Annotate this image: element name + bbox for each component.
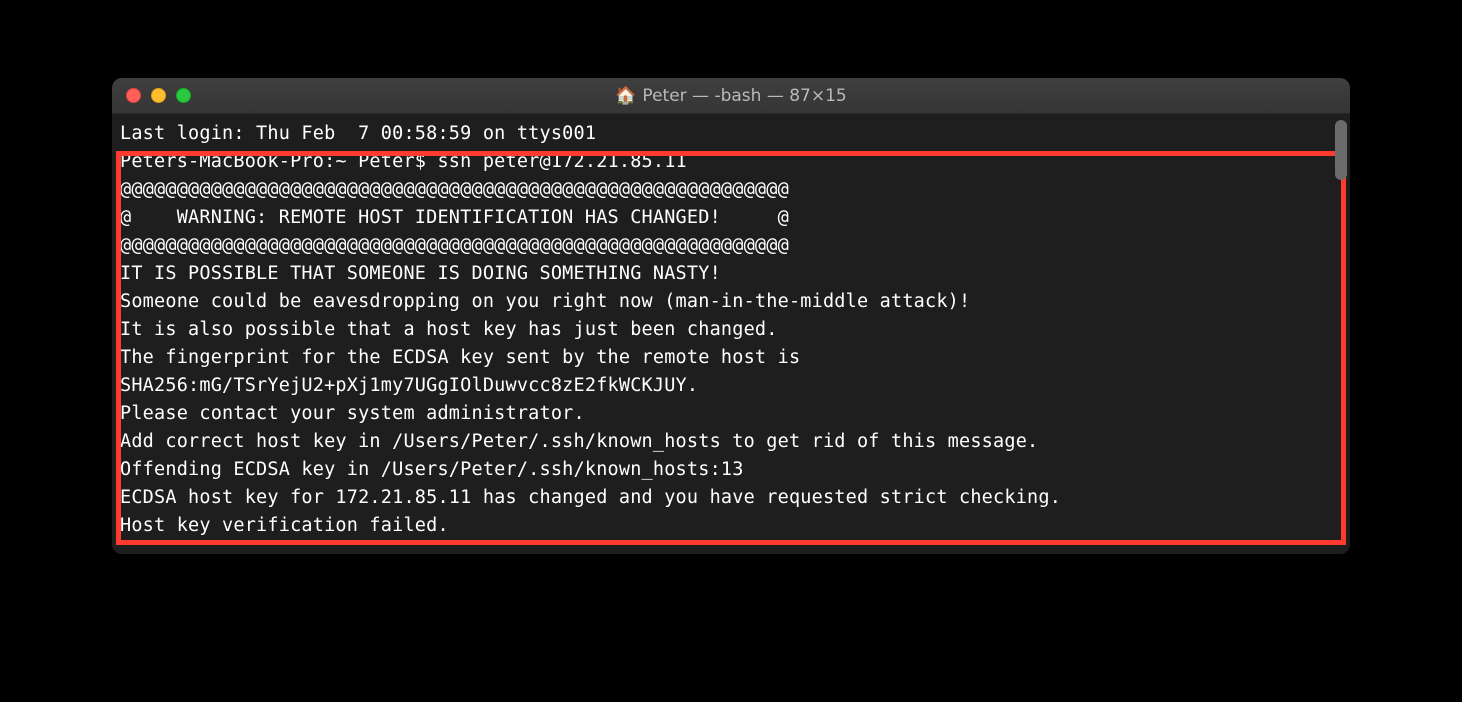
terminal-line: The fingerprint for the ECDSA key sent b…	[120, 344, 1342, 372]
window-titlebar[interactable]: 🏠 Peter — -bash — 87×15	[112, 78, 1350, 114]
terminal-line: @@@@@@@@@@@@@@@@@@@@@@@@@@@@@@@@@@@@@@@@…	[120, 232, 1342, 260]
close-button[interactable]	[126, 88, 141, 103]
maximize-button[interactable]	[176, 88, 191, 103]
terminal-line: Peters-MacBook-Pro:~ Peter$ ssh peter@17…	[120, 148, 1342, 176]
terminal-body[interactable]: Last login: Thu Feb 7 00:58:59 on ttys00…	[112, 114, 1350, 554]
traffic-lights	[126, 88, 191, 103]
window-title-text: Peter — -bash — 87×15	[642, 86, 846, 106]
home-icon: 🏠	[615, 86, 636, 106]
terminal-line: Please contact your system administrator…	[120, 400, 1342, 428]
terminal-line: Add correct host key in /Users/Peter/.ss…	[120, 428, 1342, 456]
terminal-line: @@@@@@@@@@@@@@@@@@@@@@@@@@@@@@@@@@@@@@@@…	[120, 176, 1342, 204]
terminal-line: Someone could be eavesdropping on you ri…	[120, 288, 1342, 316]
minimize-button[interactable]	[151, 88, 166, 103]
terminal-line: IT IS POSSIBLE THAT SOMEONE IS DOING SOM…	[120, 260, 1342, 288]
terminal-line: Host key verification failed.	[120, 512, 1342, 540]
terminal-window: 🏠 Peter — -bash — 87×15 Last login: Thu …	[112, 78, 1350, 554]
terminal-line: SHA256:mG/TSrYejU2+pXj1my7UGgIOlDuwvcc8z…	[120, 372, 1342, 400]
scrollbar-thumb[interactable]	[1335, 120, 1347, 180]
terminal-line: It is also possible that a host key has …	[120, 316, 1342, 344]
terminal-line: ECDSA host key for 172.21.85.11 has chan…	[120, 484, 1342, 512]
scrollbar-track[interactable]	[1332, 114, 1350, 264]
terminal-line: Last login: Thu Feb 7 00:58:59 on ttys00…	[120, 120, 1342, 148]
window-title: 🏠 Peter — -bash — 87×15	[112, 86, 1350, 106]
terminal-content: Last login: Thu Feb 7 00:58:59 on ttys00…	[120, 120, 1342, 540]
terminal-line: @ WARNING: REMOTE HOST IDENTIFICATION HA…	[120, 204, 1342, 232]
terminal-line: Offending ECDSA key in /Users/Peter/.ssh…	[120, 456, 1342, 484]
